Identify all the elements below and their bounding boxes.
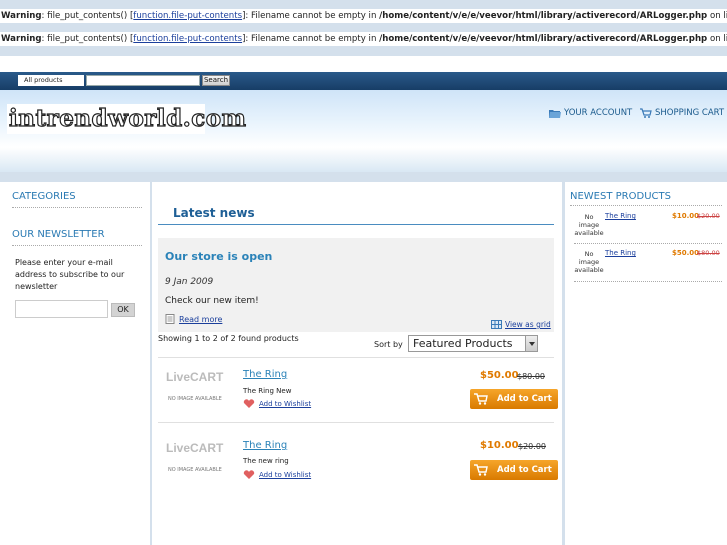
newest-product-name[interactable]: The Ring [605, 249, 636, 257]
product-description: The Ring New [243, 387, 292, 395]
warning-link[interactable]: function.file-put-contents [133, 11, 242, 21]
site-logo[interactable]: intrendworld.com [7, 104, 247, 134]
divider [574, 243, 722, 244]
newest-product-image[interactable]: No image available [574, 213, 604, 237]
cart-icon [640, 108, 652, 118]
product-image[interactable]: LiveCART NO IMAGE AVAILABLE [166, 441, 230, 477]
categories-title: CATEGORIES [12, 191, 76, 202]
news-date: 9 Jan 2009 [165, 277, 214, 287]
grid-icon [491, 320, 502, 329]
newest-product-old-price: $20.00 [697, 212, 720, 220]
newsletter-email-input[interactable] [15, 300, 108, 318]
add-to-wishlist-link[interactable]: Add to Wishlist [243, 470, 311, 480]
product-old-price: $80.00 [517, 372, 545, 381]
product-price: $50.00 [480, 370, 519, 381]
sort-label: Sort by [374, 340, 403, 349]
divider [12, 245, 142, 246]
divider [158, 224, 554, 225]
sort-select[interactable]: Featured Products [408, 335, 538, 352]
add-to-cart-button[interactable]: Add to Cart [470, 389, 558, 409]
divider [574, 281, 722, 282]
newest-product-price: $10.00 [672, 212, 700, 220]
php-warning-1: Warning: file_put_contents() [function.f… [0, 9, 727, 23]
divider [12, 207, 142, 208]
news-text: Check our new item! [165, 296, 259, 306]
newest-products-title: NEWEST PRODUCTS [570, 191, 671, 202]
newest-product-old-price: $80.00 [697, 249, 720, 257]
news-headline[interactable]: Our store is open [165, 250, 272, 263]
php-warning-2: Warning: file_put_contents() [function.f… [0, 32, 727, 46]
newsletter-text: Please enter your e-mail address to subs… [15, 258, 125, 291]
newest-product-price: $50.00 [672, 249, 700, 257]
product-image[interactable]: LiveCART NO IMAGE AVAILABLE [166, 370, 230, 406]
product-name-link[interactable]: The Ring [243, 369, 287, 380]
heart-icon [243, 399, 255, 408]
main-content [152, 182, 562, 545]
heart-icon [243, 470, 255, 479]
search-input[interactable] [86, 75, 200, 86]
read-more-link[interactable]: Read more [165, 314, 222, 324]
product-price: $10.00 [480, 440, 519, 451]
view-as-grid-link[interactable]: View as grid [491, 320, 551, 329]
divider [158, 357, 554, 358]
warning-link[interactable]: function.file-put-contents [133, 34, 242, 44]
category-select[interactable]: All products [18, 75, 84, 86]
latest-news-title: Latest news [173, 206, 255, 220]
add-to-wishlist-link[interactable]: Add to Wishlist [243, 399, 311, 409]
divider [158, 422, 554, 423]
newest-product-name[interactable]: The Ring [605, 212, 636, 220]
folder-icon [549, 110, 561, 118]
document-icon [165, 314, 175, 324]
cart-icon [474, 393, 488, 405]
your-account-link[interactable]: YOUR ACCOUNT [549, 108, 632, 118]
newsletter-title: OUR NEWSLETTER [12, 229, 105, 240]
chevron-down-icon [525, 336, 537, 351]
results-count: Showing 1 to 2 of 2 found products [158, 334, 299, 343]
add-to-cart-button[interactable]: Add to Cart [470, 460, 558, 480]
product-name-link[interactable]: The Ring [243, 440, 287, 451]
product-old-price: $20.00 [518, 442, 546, 451]
newest-product-image[interactable]: No image available [574, 250, 604, 274]
divider [570, 205, 722, 206]
newsletter-ok-button[interactable]: OK [111, 303, 135, 317]
cart-icon [474, 464, 488, 476]
product-description: The new ring [243, 457, 289, 465]
shopping-cart-link[interactable]: SHOPPING CART [640, 108, 724, 118]
search-button[interactable]: Search [202, 75, 230, 86]
